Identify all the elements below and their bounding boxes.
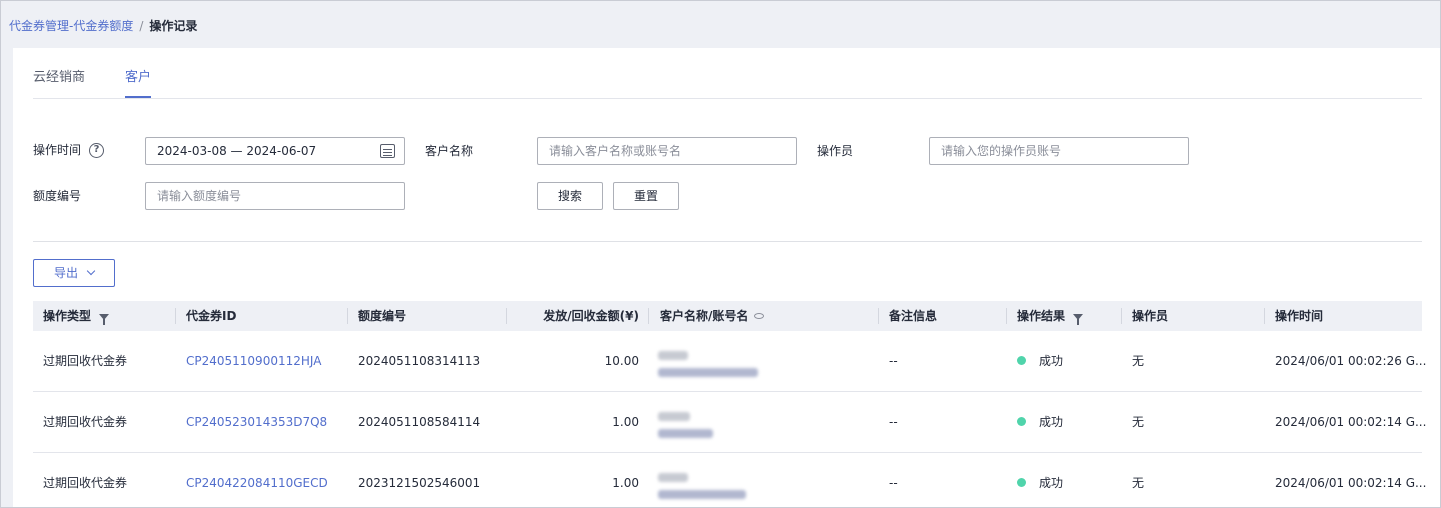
customer-search-input[interactable]: 请输入客户名称或账号名 — [537, 137, 797, 165]
op-time-label-text: 操作时间 — [33, 143, 82, 157]
cell-amount: 1.00 — [612, 415, 639, 429]
cell-remark: -- — [889, 354, 898, 368]
cell-op-time: 2024/06/01 00:02:14 G... — [1275, 476, 1427, 490]
col-quota-no: 额度编号 — [358, 309, 407, 323]
cell-op-type: 过期回收代金券 — [43, 354, 128, 368]
col-divider — [1121, 308, 1122, 324]
quota-label: 额度编号 — [33, 189, 82, 203]
cell-result: 成功 — [1017, 331, 1063, 392]
table-header: 操作类型 代金券ID 额度编号 发放/回收金额(¥) 客户名称/账号名 备注信息… — [33, 301, 1422, 331]
cell-op-time: 2024/06/01 00:02:26 G... — [1275, 354, 1427, 368]
cell-operator: 无 — [1132, 415, 1145, 429]
search-button[interactable]: 搜索 — [537, 182, 603, 210]
status-success-dot — [1017, 356, 1026, 365]
operator-label: 操作员 — [817, 144, 854, 158]
cell-result-text: 成功 — [1039, 415, 1064, 429]
cell-amount: 10.00 — [604, 354, 639, 368]
col-result: 操作结果 — [1017, 301, 1084, 331]
filter-icon[interactable] — [99, 314, 110, 325]
table-row: 过期回收代金券 CP240422084110GECD 2023121502546… — [33, 453, 1426, 507]
cell-operator: 无 — [1132, 354, 1145, 368]
section-divider — [33, 241, 1422, 242]
date-range-picker[interactable]: 2024-03-08 — 2024-06-07 — [145, 137, 405, 165]
cell-result-text: 成功 — [1039, 476, 1064, 490]
col-op-type-label: 操作类型 — [43, 309, 92, 323]
cell-quota-no: 2024051108584114 — [358, 415, 481, 429]
tab-cloud-distributor[interactable]: 云经销商 — [33, 69, 85, 98]
cell-remark: -- — [889, 415, 898, 429]
cell-result: 成功 — [1017, 453, 1064, 507]
breadcrumb-separator: / — [139, 18, 144, 33]
chevron-down-icon — [86, 266, 96, 276]
export-button[interactable]: 导出 — [33, 259, 115, 287]
tab-divider — [33, 98, 1422, 99]
col-divider — [1264, 308, 1265, 324]
col-divider — [506, 308, 507, 324]
cell-voucher-id[interactable]: CP2405110900112HJA — [186, 331, 321, 392]
cell-remark: -- — [889, 476, 898, 490]
breadcrumb: 代金券管理-代金券额度 / 操作记录 — [9, 17, 197, 34]
tab-customer[interactable]: 客户 — [125, 69, 152, 98]
status-success-dot — [1017, 478, 1026, 487]
cell-result-text: 成功 — [1039, 354, 1064, 368]
tab-bar: 云经销商 客户 — [33, 69, 152, 98]
cell-op-time: 2024/06/01 00:02:14 G... — [1275, 415, 1427, 429]
col-divider — [648, 308, 649, 324]
table-row: 过期回收代金券 CP2405110900112HJA 2024051108314… — [33, 331, 1426, 392]
breadcrumb-current: 操作记录 — [149, 19, 198, 33]
col-operator: 操作员 — [1132, 309, 1169, 323]
eye-icon[interactable] — [754, 313, 765, 319]
breadcrumb-parent-link[interactable]: 代金券管理-代金券额度 — [9, 17, 133, 34]
table-row: 过期回收代金券 CP240523014353D7Q8 2024051108584… — [33, 392, 1426, 453]
cell-voucher-id[interactable]: CP240422084110GECD — [186, 453, 328, 507]
export-label: 导出 — [54, 266, 79, 280]
cell-customer-masked — [658, 469, 808, 507]
status-success-dot — [1017, 417, 1026, 426]
filter-icon[interactable] — [1073, 314, 1084, 325]
cell-customer-masked — [658, 347, 808, 385]
page-frame: 代金券管理-代金券额度 / 操作记录 云经销商 客户 操作时间? 2024-03… — [0, 0, 1441, 508]
col-amount: 发放/回收金额(¥) — [543, 309, 639, 323]
cell-operator: 无 — [1132, 476, 1145, 490]
operator-input[interactable]: 请输入您的操作员账号 — [929, 137, 1189, 165]
col-divider — [1006, 308, 1007, 324]
col-remark: 备注信息 — [889, 309, 938, 323]
col-op-type: 操作类型 — [43, 301, 110, 331]
cell-amount: 1.00 — [612, 476, 639, 490]
cell-voucher-id[interactable]: CP240523014353D7Q8 — [186, 392, 327, 453]
quota-input[interactable]: 请输入额度编号 — [145, 182, 405, 210]
col-customer: 客户名称/账号名 — [660, 301, 765, 331]
col-voucher-id: 代金券ID — [186, 309, 237, 323]
cell-customer-masked — [658, 408, 808, 446]
reset-button[interactable]: 重置 — [613, 182, 679, 210]
cell-quota-no: 2024051108314113 — [358, 354, 481, 368]
date-range-value: 2024-03-08 — 2024-06-07 — [157, 144, 317, 158]
col-result-label: 操作结果 — [1017, 309, 1066, 323]
calendar-icon[interactable] — [380, 144, 395, 158]
help-icon[interactable]: ? — [89, 143, 105, 158]
cell-op-type: 过期回收代金券 — [43, 476, 128, 490]
op-time-label: 操作时间? — [33, 141, 105, 158]
cell-result: 成功 — [1017, 392, 1063, 453]
col-divider — [175, 308, 176, 324]
col-op-time: 操作时间 — [1275, 309, 1324, 323]
main-panel: 云经销商 客户 操作时间? 2024-03-08 — 2024-06-07 客户… — [13, 48, 1440, 507]
customer-label: 客户名称 — [425, 144, 474, 158]
cell-op-type: 过期回收代金券 — [43, 415, 128, 429]
col-divider — [878, 308, 879, 324]
col-customer-label: 客户名称/账号名 — [660, 309, 749, 323]
col-divider — [347, 308, 348, 324]
cell-quota-no: 2023121502546001 — [358, 476, 481, 490]
